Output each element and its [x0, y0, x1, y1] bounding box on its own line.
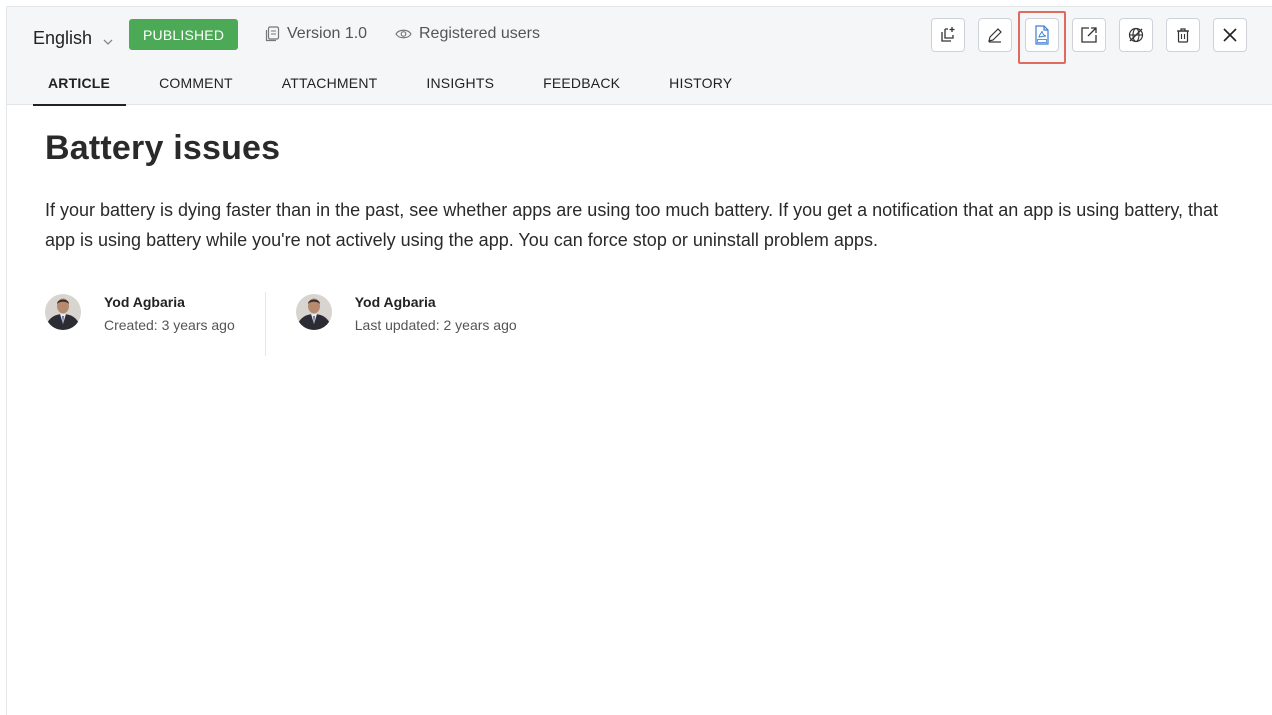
article-header: English PUBLISHED Version 1.0 Registered…: [7, 7, 1272, 106]
eye-icon: [395, 29, 412, 39]
delete-icon: [1177, 28, 1189, 43]
article-panel: English PUBLISHED Version 1.0 Registered…: [6, 6, 1272, 715]
export-pdf-button[interactable]: [1018, 11, 1066, 64]
tab-feedback[interactable]: FEEDBACK: [527, 67, 636, 105]
tab-article[interactable]: ARTICLE: [33, 67, 127, 106]
tab-history[interactable]: HISTORY: [653, 67, 748, 105]
avatar[interactable]: [295, 294, 332, 330]
translate-button[interactable]: [1119, 18, 1153, 52]
author-text: Yod Agbaria Last updated: 2 years ago: [355, 292, 517, 356]
article-body: If your battery is dying faster than in …: [45, 200, 1219, 250]
version-label: Version 1.0: [287, 25, 368, 42]
open-external-icon: [1081, 27, 1097, 43]
author-text: Yod Agbaria Created: 3 years ago: [104, 292, 235, 356]
page-title: Battery issues: [45, 129, 281, 167]
language-label: English: [33, 27, 93, 48]
author-info: Yod Agbaria Created: 3 years ago Yod Agb…: [45, 292, 517, 356]
tab-insights[interactable]: INSIGHTS: [410, 67, 510, 105]
article-tabs: ARTICLE COMMENT ATTACHMENT INSIGHTS FEED…: [33, 67, 765, 106]
updated-date: Last updated: 2 years ago: [354, 317, 517, 333]
clone-button[interactable]: [931, 18, 965, 52]
avatar[interactable]: [45, 294, 81, 330]
tab-attachment[interactable]: ATTACHMENT: [266, 67, 394, 105]
edit-icon: [988, 28, 1002, 43]
updated-by: Yod Agbaria Last updated: 2 years ago: [266, 292, 517, 356]
version-info: Version 1.0: [265, 22, 367, 46]
created-date: Created: 3 years ago: [104, 317, 235, 333]
tab-comment[interactable]: COMMENT: [143, 67, 249, 105]
close-button[interactable]: [1213, 18, 1247, 52]
article-content: Battery issues If your battery is dying …: [45, 129, 1245, 255]
language-select[interactable]: English: [33, 24, 114, 52]
translate-icon: [1128, 27, 1144, 43]
delete-button[interactable]: [1166, 18, 1200, 52]
version-icon: [265, 26, 280, 42]
chevron-down-icon: [102, 32, 114, 45]
pdf-icon: [1035, 25, 1049, 45]
created-by: Yod Agbaria Created: 3 years ago: [45, 292, 266, 356]
author-name: Yod Agbaria: [354, 294, 436, 310]
visibility-info: Registered users: [395, 22, 540, 46]
close-icon: [1223, 28, 1237, 42]
article-toolbar: [918, 11, 1247, 64]
open-external-button[interactable]: [1072, 18, 1106, 52]
status-badge: PUBLISHED: [129, 19, 239, 50]
clone-icon: [941, 27, 955, 42]
visibility-label: Registered users: [419, 25, 540, 42]
edit-button[interactable]: [978, 18, 1012, 52]
author-name: Yod Agbaria: [104, 294, 185, 310]
